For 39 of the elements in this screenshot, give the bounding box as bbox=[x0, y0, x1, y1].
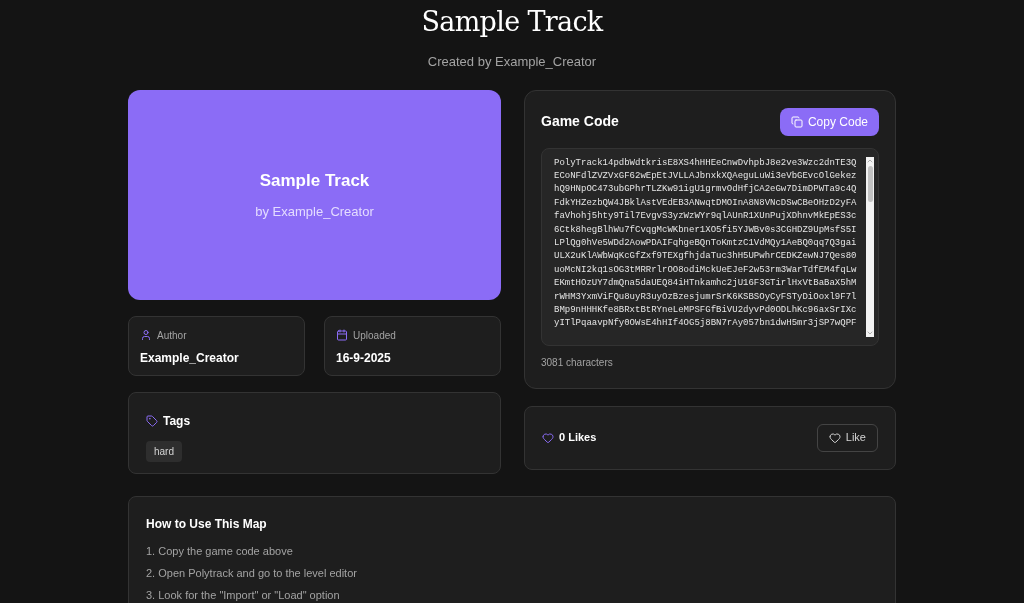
like-button[interactable]: Like bbox=[816, 423, 878, 452]
info-value: Example_Creator bbox=[140, 349, 240, 367]
code-line: rWHM3YxmViFQu8uyR3uyOzBzesjumrSrK6KSBSOyCyFSTyDiOoxl9F7l bbox=[554, 290, 858, 304]
heart-icon bbox=[542, 431, 554, 444]
info-value: 16-9-2025 bbox=[336, 349, 392, 367]
how-to-step: 2. Open Polytrack and go to the level editor bbox=[146, 564, 878, 581]
code-line: FdkYHZezbQW4JBklAstVEdEB3ANwqtDMOInA8N8VNcDSwCBeOHzD2yFA bbox=[554, 196, 858, 210]
code-line: yITlPqaavpNfy0OWsE4hHIf4OG5j8BN7rAy057bn1dwH5mr3jSP7wQPF bbox=[554, 317, 858, 331]
copy-code-button[interactable]: Copy Code bbox=[779, 107, 879, 136]
tag-icon bbox=[146, 414, 158, 427]
character-count: 3081 characters bbox=[541, 355, 614, 370]
cover-title: Sample Track bbox=[259, 170, 370, 192]
code-line: ECoNFdlZVZVxGF62wEpEtJVLLAJbnxkXQAeguLuWi3eVbGEvcOlGekez bbox=[554, 169, 858, 183]
tag-chip[interactable]: hard bbox=[146, 440, 182, 462]
code-line: hQ9HNpOC473ubGPhrTLZKw91igU1grmvOdHfjCA2eGw7DimDPWTa9c4Q bbox=[554, 183, 858, 197]
scrollbar[interactable] bbox=[866, 156, 874, 337]
code-line: uoMcNI2kq1sOG3tMRRrlrOO8odiMckUeEJeF2w53rm3WarTdfEM4fqLw bbox=[554, 263, 858, 277]
how-to-title: How to Use This Map bbox=[146, 515, 268, 533]
how-to-step: 1. Copy the game code above bbox=[146, 542, 878, 559]
code-line: LPlQg0hVe5WDd2AowPDAIFqhgeBQnToKmtzC1VdMQy1AeBQ0qq7Q3gai bbox=[554, 236, 858, 250]
cover-byline: by Example_Creator bbox=[255, 202, 374, 221]
tags-title: Tags bbox=[163, 412, 191, 430]
likes-count: 0 Likes bbox=[559, 430, 597, 446]
code-line: PolyTrack14pdbWdtkrisE8XS4hHHEeCnwDvhpbJ8e2ve3Wzc2dnTE3Q bbox=[554, 156, 858, 170]
page-subtitle: Created by Example_Creator bbox=[427, 53, 597, 71]
person-icon bbox=[140, 329, 152, 341]
heart-icon bbox=[828, 431, 841, 444]
info-label: Uploaded bbox=[353, 328, 396, 343]
code-line: BMp9nHHHKfe8BRxtBtRYneLeMPSFGfBiVU2dyvPd0ODLhKc96axSrIXc bbox=[554, 303, 858, 317]
code-line: EKmtHOzUY7dmQna5daUEQ84iHTnkamhc2jU16F3GTirlHxVtBaBaX5hM bbox=[554, 277, 858, 291]
code-line: ULX2uKlAWbWqKcGfZxf9TEXgfhjdaTuc3hH5UPwhrCEDKZewNJ7Qes80 bbox=[554, 250, 858, 264]
info-label: Author bbox=[157, 328, 187, 343]
code-line: faVhohj5hty9Til7EvgvS3yzWzWYr9qlAUnR1XUnPujXDhnvMkEpES3c bbox=[554, 210, 858, 224]
code-line: 6Ctk8hegBlhWu7fCvqgMcWKbner1XO5fi5YJWBv0s3CGHDZ9UpMsfS5I bbox=[554, 223, 858, 237]
game-code-title: Game Code bbox=[541, 112, 619, 131]
how-to-step: 3. Look for the "Import" or "Load" option bbox=[146, 586, 878, 603]
page-title: Sample Track bbox=[421, 5, 603, 39]
calendar-icon bbox=[336, 329, 348, 341]
copy-icon bbox=[790, 115, 803, 128]
